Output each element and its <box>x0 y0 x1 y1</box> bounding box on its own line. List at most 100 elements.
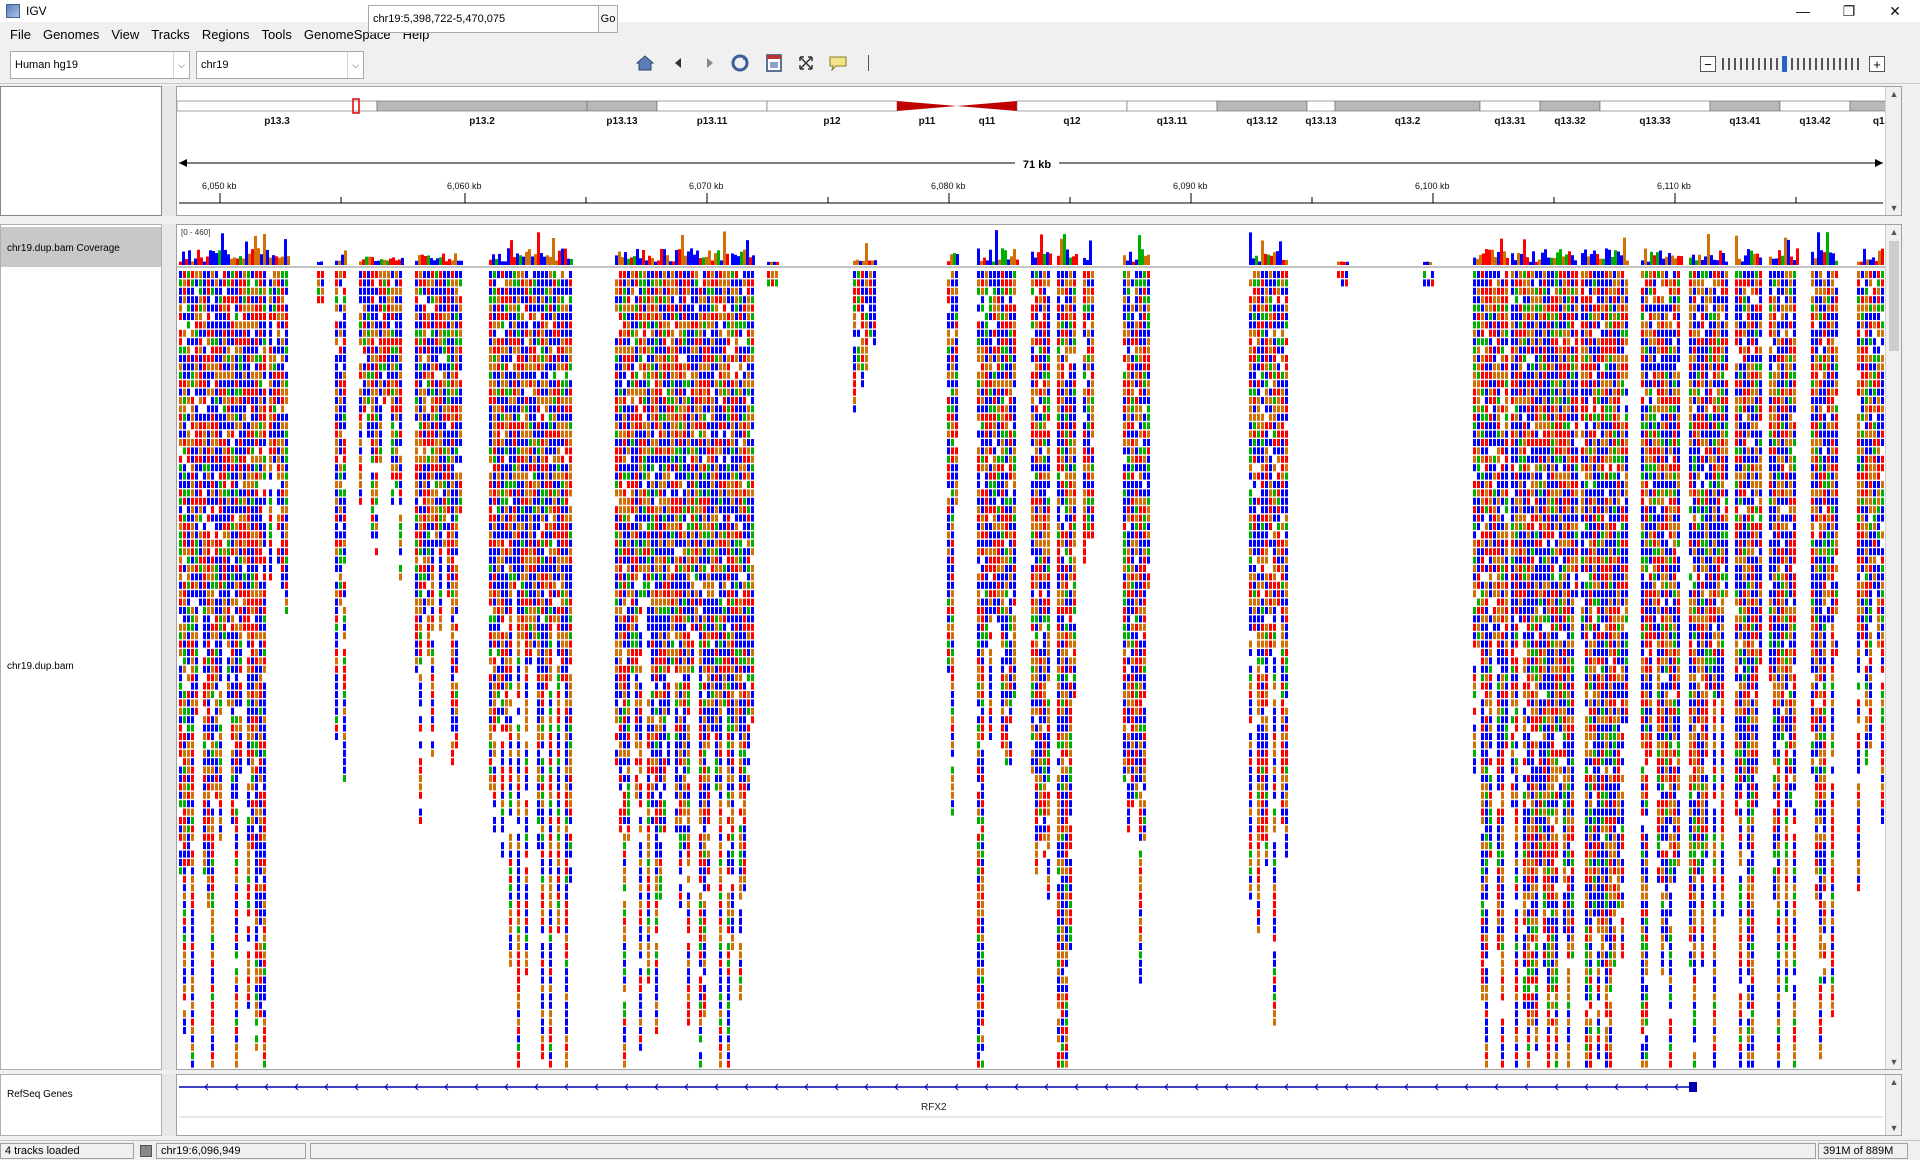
read <box>179 708 182 715</box>
zoom-out-icon[interactable]: − <box>1700 56 1716 72</box>
panel-divider[interactable] <box>162 86 176 216</box>
chevron-down-icon[interactable]: ⌵ <box>173 52 189 78</box>
read <box>435 431 438 438</box>
read <box>451 431 454 438</box>
read <box>655 439 658 446</box>
read <box>533 548 536 555</box>
read <box>533 641 536 648</box>
read <box>553 305 556 312</box>
read <box>619 338 622 345</box>
coverage-bar <box>1135 260 1138 265</box>
read <box>525 498 528 505</box>
chromosome-dropdown[interactable]: chr19 ⌵ <box>196 51 364 79</box>
read <box>635 615 638 622</box>
read <box>281 531 284 538</box>
read <box>263 1027 266 1034</box>
read <box>557 481 560 488</box>
read <box>431 271 434 278</box>
panel-divider[interactable] <box>162 224 176 1070</box>
read <box>631 523 634 530</box>
read <box>223 531 226 538</box>
read <box>647 725 650 732</box>
read <box>545 582 548 589</box>
minimize-icon[interactable]: — <box>1780 0 1826 22</box>
read <box>335 305 338 312</box>
scroll-down-icon[interactable]: ▼ <box>1886 201 1902 215</box>
read <box>207 338 210 345</box>
read <box>199 590 202 597</box>
scroll-up-icon[interactable]: ▲ <box>1886 87 1902 101</box>
read <box>557 893 560 900</box>
read <box>557 716 560 723</box>
resize-to-window-icon[interactable] <box>796 53 816 73</box>
forward-arrow-icon[interactable] <box>700 53 720 73</box>
read <box>263 321 266 328</box>
menu-regions[interactable]: Regions <box>196 27 256 42</box>
read <box>259 825 262 832</box>
genome-dropdown[interactable]: Human hg19 ⌵ <box>10 51 190 79</box>
menu-view[interactable]: View <box>105 27 145 42</box>
read <box>565 1044 568 1051</box>
read <box>557 447 560 454</box>
read <box>537 607 540 614</box>
read <box>255 1010 258 1017</box>
menu-tools[interactable]: Tools <box>256 27 298 42</box>
header-scrollbar[interactable]: ▲ ▼ <box>1885 87 1901 215</box>
coverage-track-name[interactable]: chr19.dup.bam Coverage <box>7 243 120 254</box>
menu-genomes[interactable]: Genomes <box>37 27 105 42</box>
read <box>251 481 254 488</box>
read <box>493 288 496 295</box>
read <box>203 590 206 597</box>
read <box>517 758 520 765</box>
ruler[interactable]: 71 kb6,050 kb 6,060 kb 6,070 kb 6,080 kb 6,0… <box>179 156 1883 203</box>
ideogram-and-ruler[interactable]: p13.3 p13.2 p13.13 p13.11 p12 p11 q11 q12 q13.11… <box>177 87 1901 215</box>
read <box>569 699 572 706</box>
ideogram[interactable] <box>177 99 1901 113</box>
home-icon[interactable] <box>635 53 655 73</box>
read <box>655 876 658 883</box>
read <box>615 523 618 530</box>
read <box>517 481 520 488</box>
read <box>647 422 650 429</box>
back-arrow-icon[interactable] <box>668 53 688 73</box>
go-button[interactable]: Go <box>598 5 618 33</box>
read <box>211 582 214 589</box>
zoom-in-icon[interactable]: + <box>1869 56 1885 72</box>
zoom-slider[interactable] <box>1722 57 1863 71</box>
read <box>505 389 508 396</box>
alignment-track[interactable] <box>179 271 1884 1068</box>
band-label: p13.3 <box>264 116 290 127</box>
read <box>207 439 210 446</box>
locus-input[interactable]: chr19:5,398,722-5,470,075 <box>368 5 600 33</box>
read <box>211 733 214 740</box>
read <box>643 464 646 471</box>
read <box>247 439 250 446</box>
menu-file[interactable]: File <box>4 27 37 42</box>
chevron-down-icon[interactable]: ⌵ <box>347 52 363 78</box>
read <box>195 708 198 715</box>
read <box>549 909 552 916</box>
coverage-bar <box>278 258 281 265</box>
coverage-bar <box>1614 250 1617 265</box>
read <box>521 422 524 429</box>
coverage-bar <box>618 252 621 265</box>
close-icon[interactable]: ✕ <box>1872 0 1918 22</box>
restore-icon[interactable]: ❐ <box>1826 0 1872 22</box>
refresh-icon[interactable] <box>730 53 750 73</box>
alignment-view[interactable]: [0 - 460] <box>177 225 1901 1069</box>
read <box>489 657 492 664</box>
read <box>489 767 492 774</box>
coverage-bar <box>1698 255 1701 265</box>
coverage-track[interactable] <box>179 230 1884 265</box>
read <box>227 599 230 606</box>
read <box>553 288 556 295</box>
menu-tracks[interactable]: Tracks <box>145 27 196 42</box>
alignment-track-name[interactable]: chr19.dup.bam <box>7 661 74 672</box>
popup-info-icon[interactable] <box>828 53 848 73</box>
read <box>263 792 266 799</box>
read <box>451 481 454 488</box>
read <box>521 489 524 496</box>
read <box>427 473 430 480</box>
read <box>431 741 434 748</box>
region-navigator-icon[interactable] <box>764 53 784 73</box>
